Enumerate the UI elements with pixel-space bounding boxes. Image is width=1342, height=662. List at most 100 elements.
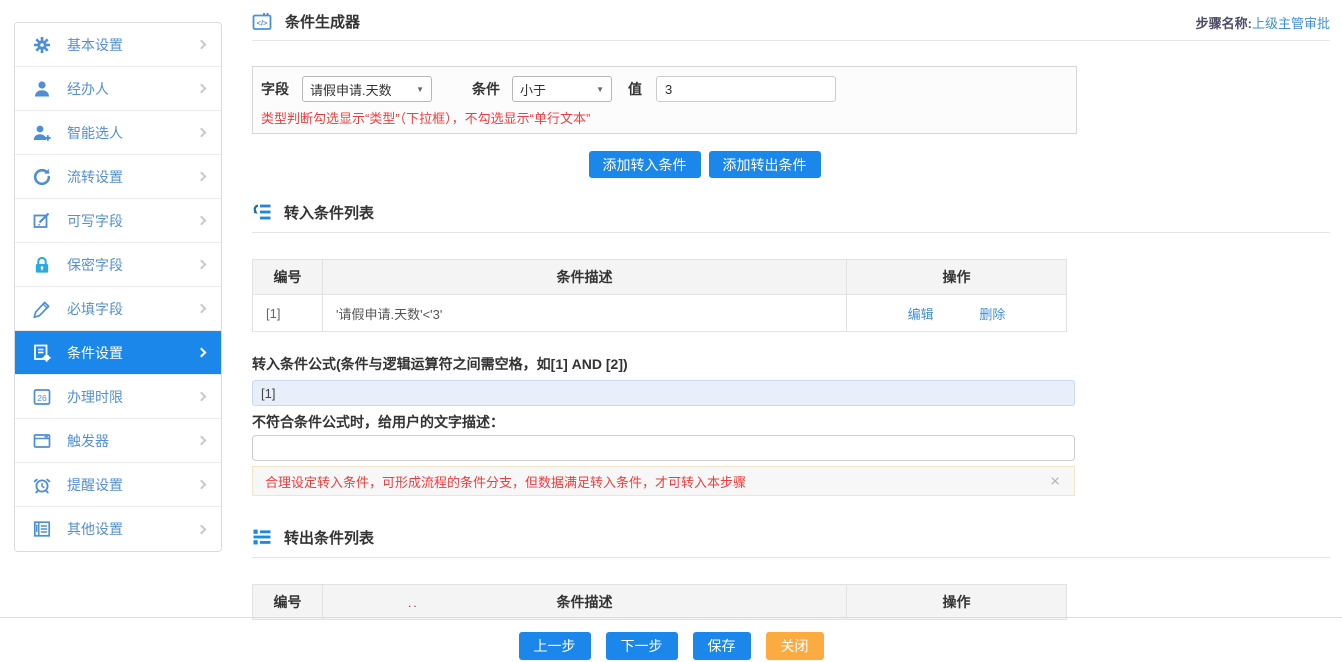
chevron-right-icon <box>197 304 207 314</box>
table-row: [1] '请假申请.天数'<'3' 编辑 删除 <box>253 295 1067 332</box>
settings-sidebar: 基本设置 经办人 智能选人 流转设置 <box>14 22 222 552</box>
edit-link[interactable]: 编辑 <box>908 307 934 322</box>
sidebar-item-label: 保密字段 <box>67 255 198 275</box>
lock-icon <box>31 255 53 275</box>
notice-text: 合理设定转入条件，可形成流程的条件分支，但数据满足转入条件，才可转入本步骤 <box>265 472 746 491</box>
footer-divider <box>0 617 1342 618</box>
svg-text:</>: </> <box>257 18 268 27</box>
condition-select-value: 小于 <box>520 80 546 99</box>
sidebar-item-time-limit[interactable]: 26 办理时限 <box>15 375 221 419</box>
field-label: 字段 <box>261 79 289 99</box>
chevron-right-icon <box>197 524 207 534</box>
sidebar-item-label: 办理时限 <box>67 387 198 407</box>
close-button[interactable]: 关闭 <box>766 632 824 660</box>
sidebar-item-flow-settings[interactable]: 流转设置 <box>15 155 221 199</box>
col-header-op: 操作 <box>847 585 1067 620</box>
prev-step-button[interactable]: 上一步 <box>519 632 591 660</box>
sidebar-item-label: 基本设置 <box>67 35 198 55</box>
chevron-right-icon <box>197 260 207 270</box>
sidebar-item-label: 条件设置 <box>67 343 198 363</box>
chevron-right-icon <box>197 348 207 358</box>
sidebar-item-label: 可写字段 <box>67 211 198 231</box>
in-condition-table: 编号 条件描述 操作 [1] '请假申请.天数'<'3' 编辑 删除 <box>252 259 1067 332</box>
builder-hint-text: 类型判断勾选显示“类型”（下拉框），不勾选显示“单行文本” <box>259 108 1076 127</box>
out-condition-table: 编号 条件描述 操作 <box>252 584 1067 620</box>
page-title: 条件生成器 <box>285 11 360 32</box>
sidebar-item-basic-settings[interactable]: 基本设置 <box>15 23 221 67</box>
condition-builder-panel: 字段 请假申请.天数 ▼ 条件 小于 ▼ 值 类型判断勾选显示“类型”（下拉框）… <box>252 66 1077 134</box>
field-select-value: 请假申请.天数 <box>310 80 392 99</box>
sidebar-item-label: 其他设置 <box>67 519 198 539</box>
sidebar-item-label: 流转设置 <box>67 167 198 187</box>
svg-text:26: 26 <box>37 392 47 402</box>
condition-settings-page: 基本设置 经办人 智能选人 流转设置 <box>0 0 1342 662</box>
formula-label: 转入条件公式(条件与逻辑运算符之间需空格，如[1] AND [2]) <box>252 354 1330 374</box>
list-in-icon <box>252 202 272 222</box>
person-plus-icon <box>31 123 53 143</box>
step-name: 步骤名称:上级主管审批 <box>1196 13 1330 32</box>
value-input[interactable] <box>656 76 836 102</box>
refresh-icon <box>31 167 53 187</box>
field-select[interactable]: 请假申请.天数 ▼ <box>302 76 432 102</box>
divider <box>252 557 1330 558</box>
chevron-right-icon <box>197 436 207 446</box>
clipped-text: .. <box>408 596 419 610</box>
pencil-icon <box>31 299 53 319</box>
row-desc: '请假申请.天数'<'3' <box>323 295 847 332</box>
sidebar-item-handler[interactable]: 经办人 <box>15 67 221 111</box>
col-header-no: 编号 <box>253 260 323 295</box>
chevron-down-icon: ▼ <box>596 85 604 94</box>
row-no: [1] <box>253 295 323 332</box>
chevron-right-icon <box>197 40 207 50</box>
chevron-right-icon <box>197 128 207 138</box>
gear-icon <box>31 35 53 55</box>
alarm-icon <box>31 475 53 495</box>
sidebar-item-reminder-settings[interactable]: 提醒设置 <box>15 463 221 507</box>
close-icon[interactable]: × <box>1050 473 1060 490</box>
footer-buttons: 上一步 下一步 保存 关闭 <box>0 632 1342 660</box>
out-list-section-header: 转出条件列表 <box>252 526 1330 548</box>
formula-input[interactable] <box>252 380 1075 406</box>
main-content: </> 条件生成器 步骤名称:上级主管审批 字段 请假申请.天数 ▼ 条件 小于… <box>252 0 1330 620</box>
sidebar-item-required-fields[interactable]: 必填字段 <box>15 287 221 331</box>
col-header-op: 操作 <box>847 260 1067 295</box>
main-header: </> 条件生成器 步骤名称:上级主管审批 <box>252 0 1330 41</box>
condition-label: 条件 <box>472 79 500 99</box>
step-name-label: 步骤名称: <box>1196 16 1252 31</box>
list-out-icon <box>252 527 272 547</box>
sidebar-item-other-settings[interactable]: 其他设置 <box>15 507 221 551</box>
in-list-section-header: 转入条件列表 <box>252 201 1330 223</box>
edit-square-icon <box>31 211 53 231</box>
add-out-condition-button[interactable]: 添加转出条件 <box>709 151 821 178</box>
sidebar-item-secret-fields[interactable]: 保密字段 <box>15 243 221 287</box>
list-doc-icon <box>31 519 53 539</box>
step-name-value: 上级主管审批 <box>1252 16 1330 31</box>
sidebar-item-smart-select[interactable]: 智能选人 <box>15 111 221 155</box>
col-header-no: 编号 <box>253 585 323 620</box>
delete-link[interactable]: 删除 <box>979 307 1005 322</box>
add-in-condition-button[interactable]: 添加转入条件 <box>589 151 701 178</box>
notice-bar: 合理设定转入条件，可形成流程的条件分支，但数据满足转入条件，才可转入本步骤 × <box>252 466 1075 496</box>
chevron-down-icon: ▼ <box>416 85 424 94</box>
formula-desc-input[interactable] <box>252 435 1075 461</box>
window-icon <box>31 431 53 451</box>
sidebar-item-condition-settings[interactable]: 条件设置 <box>15 331 221 375</box>
chevron-right-icon <box>197 172 207 182</box>
sidebar-item-label: 必填字段 <box>67 299 198 319</box>
save-button[interactable]: 保存 <box>693 632 751 660</box>
calendar-icon: 26 <box>31 387 53 407</box>
sidebar-item-writable-fields[interactable]: 可写字段 <box>15 199 221 243</box>
chevron-right-icon <box>197 480 207 490</box>
person-icon <box>31 79 53 99</box>
next-step-button[interactable]: 下一步 <box>606 632 678 660</box>
in-list-title: 转入条件列表 <box>284 202 374 223</box>
chevron-right-icon <box>197 84 207 94</box>
sidebar-item-trigger[interactable]: 触发器 <box>15 419 221 463</box>
condition-select[interactable]: 小于 ▼ <box>512 76 612 102</box>
out-list-title: 转出条件列表 <box>284 527 374 548</box>
formula-desc-label: 不符合条件公式时，给用户的文字描述： <box>252 412 1330 432</box>
chevron-right-icon <box>197 216 207 226</box>
sidebar-item-label: 触发器 <box>67 431 198 451</box>
col-header-desc: 条件描述 <box>323 585 847 620</box>
chevron-right-icon <box>197 392 207 402</box>
